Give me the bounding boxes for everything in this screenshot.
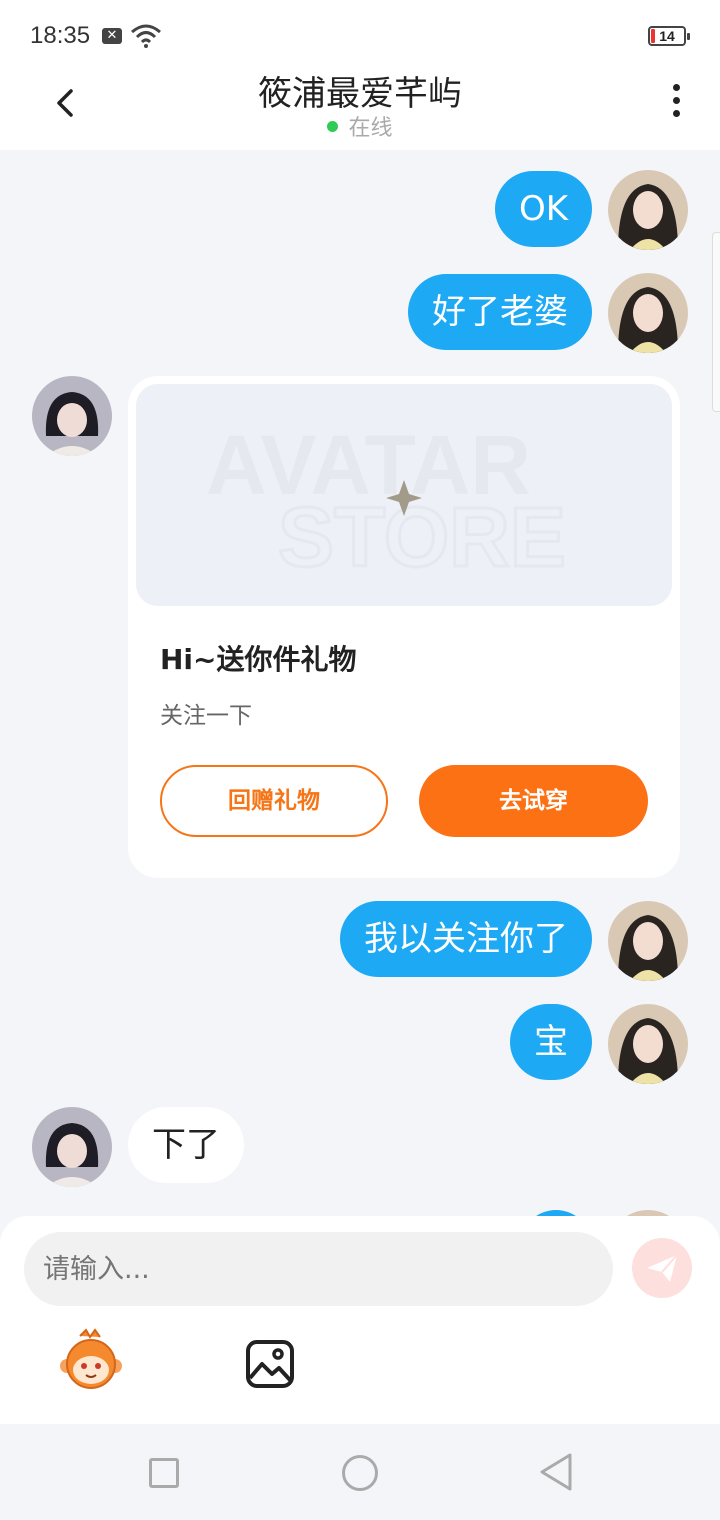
my-message-bubble[interactable]: 我以关注你了 — [340, 901, 592, 977]
gift-banner-image: AVATAR STORE — [136, 384, 672, 606]
scrollbar[interactable] — [712, 232, 720, 412]
home-icon[interactable] — [342, 1455, 378, 1491]
system-back-icon[interactable] — [538, 1452, 574, 1492]
my-avatar[interactable] — [608, 901, 688, 981]
battery-icon: 14 — [648, 26, 690, 46]
contact-message-bubble[interactable]: 下了 — [128, 1107, 244, 1183]
chat-header: 筱浦最爱芊屿 在线 — [0, 70, 720, 150]
more-options-icon[interactable] — [660, 80, 692, 120]
contact-avatar[interactable] — [32, 376, 112, 456]
try-on-button[interactable]: 去试穿 — [419, 765, 648, 837]
my-avatar[interactable] — [608, 170, 688, 250]
contact-name: 筱浦最爱芊屿 — [258, 74, 462, 114]
image-icon[interactable] — [244, 1338, 296, 1390]
emoji-monkey-icon[interactable] — [58, 1328, 124, 1394]
gift-card-title: Hi~送你件礼物 — [160, 643, 357, 676]
my-message-bubble[interactable]: OK — [494, 171, 592, 247]
system-nav-bar — [0, 1424, 720, 1520]
status-time: 18:35 — [30, 22, 91, 49]
online-status: 在线 — [0, 110, 720, 142]
my-avatar[interactable] — [608, 273, 688, 353]
my-message-bubble[interactable]: 好了老婆 — [408, 274, 592, 350]
notification-icon: ✕ — [102, 28, 122, 44]
message-input[interactable] — [24, 1232, 613, 1306]
gift-card[interactable]: AVATAR STORE Hi~送你件礼物 关注一下 回赠礼物 去试穿 — [128, 376, 680, 878]
my-message-bubble[interactable]: 宝 — [510, 1004, 592, 1080]
banner-text-store: STORE — [278, 490, 566, 584]
contact-avatar[interactable] — [32, 1107, 112, 1187]
online-status-label: 在线 — [348, 116, 393, 141]
status-bar: 18:35 ✕ 14 — [0, 0, 720, 70]
gift-card-subtitle: 关注一下 — [160, 703, 252, 729]
my-avatar[interactable] — [608, 1004, 688, 1084]
return-gift-button[interactable]: 回赠礼物 — [160, 765, 388, 837]
message-composer — [0, 1216, 720, 1424]
send-icon[interactable] — [632, 1238, 692, 1298]
wifi-icon — [131, 24, 161, 48]
recent-apps-icon[interactable] — [149, 1458, 179, 1488]
online-dot-icon — [327, 121, 339, 132]
chat-message-list[interactable]: OK 好了老婆 AVATAR STORE Hi~送你件礼物 关注一下 回赠礼物 … — [0, 150, 720, 1220]
battery-percent: 14 — [659, 28, 675, 44]
